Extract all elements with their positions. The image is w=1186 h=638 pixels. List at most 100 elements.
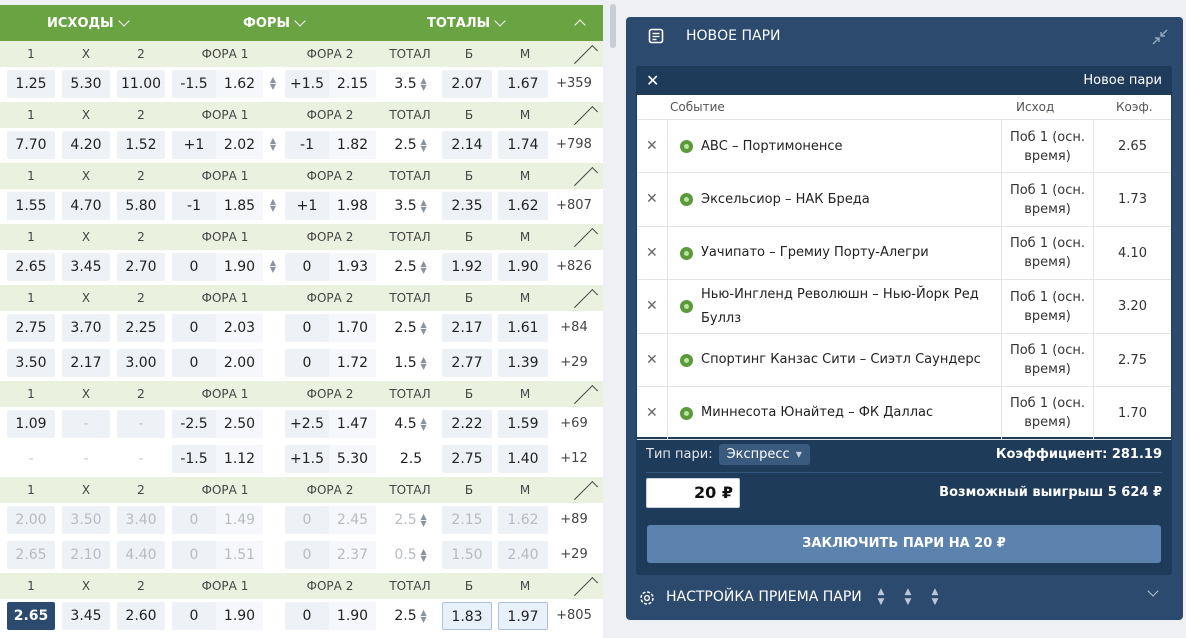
place-bet-button[interactable]: ЗАКЛЮЧИТЬ ПАРИ НА 20 ₽ [647,525,1161,563]
odds-cell[interactable]: 3.45 [62,602,110,630]
more-markets-link[interactable]: +826 [551,253,597,281]
handicap1-cell[interactable]: 0 2.03 [172,314,263,342]
odds-cell[interactable]: - [62,445,110,473]
handicap2-cell[interactable]: 0 1.72 [285,349,376,377]
odds-cell[interactable]: 2.17 [62,349,110,377]
under-odds[interactable]: 1.90 [498,253,548,281]
spinner-arrows-icon[interactable]: ▲ ▼ [268,76,278,104]
over-odds[interactable]: 1.50 [442,541,492,569]
handicap2-cell[interactable]: 0 1.93 [285,253,376,281]
scrollbar-thumb[interactable] [610,4,616,48]
odds-cell[interactable]: 3.50 [62,506,110,534]
handicap2-cell[interactable]: +2.5 1.47 [285,410,376,438]
over-odds[interactable]: 2.17 [442,314,492,342]
under-odds[interactable]: 1.97 [498,602,548,630]
total-line[interactable]: 2.5 ▲ ▼ [388,131,434,159]
total-line[interactable]: 2.5 ▲ ▼ [388,602,434,630]
over-odds[interactable]: 2.14 [442,131,492,159]
under-odds[interactable]: 1.59 [498,410,548,438]
handicap1-cell[interactable]: -1 1.85 [172,192,263,220]
handicap1-cell[interactable]: 0 1.49 [172,506,263,534]
handicap2-cell[interactable]: +1.5 5.30 [285,445,376,473]
odds-cell[interactable]: 1.52 [117,131,165,159]
odds-cell[interactable]: 1.09 [7,410,55,438]
total-line[interactable]: 2.5 ▲ ▼ [388,506,434,534]
collapse-block-button[interactable] [568,285,599,314]
handicap2-cell[interactable]: 0 2.45 [285,506,376,534]
collapse-block-button[interactable] [568,102,599,131]
collapse-block-button[interactable] [568,224,599,253]
bet-settings[interactable]: НАСТРОЙКА ПРИЕМА ПАРИ ▲ ▼ ▲ ▼ ▲ ▼ [638,585,1173,611]
outcomes-group-toggle[interactable]: ИСХОДЫ [47,5,130,41]
more-markets-link[interactable]: +29 [551,349,597,377]
chevron-down-icon[interactable] [1147,585,1159,597]
over-odds[interactable]: 2.22 [442,410,492,438]
collapse-block-button[interactable] [568,381,599,410]
total-line[interactable]: 2.5 [388,445,434,473]
handicap2-cell[interactable]: +1.5 2.15 [285,70,376,98]
remove-bet-icon[interactable]: ✕ [646,387,658,440]
more-markets-link[interactable]: +84 [551,314,597,342]
odds-cell[interactable]: 7.70 [7,131,55,159]
under-odds[interactable]: 1.62 [498,192,548,220]
handicap1-cell[interactable]: +1 2.02 [172,131,263,159]
odds-cell[interactable]: 2.70 [117,253,165,281]
collapse-all-button[interactable] [574,5,586,41]
over-odds[interactable]: 1.92 [442,253,492,281]
over-odds[interactable]: 2.35 [442,192,492,220]
odds-cell[interactable]: 11.00 [117,70,165,98]
odds-cell[interactable]: - [7,445,55,473]
more-markets-link[interactable]: +798 [551,131,597,159]
over-odds[interactable]: 2.75 [442,445,492,473]
odds-cell[interactable]: 2.60 [117,602,165,630]
over-odds[interactable]: 2.77 [442,349,492,377]
collapse-block-button[interactable] [568,41,599,70]
odds-cell[interactable]: - [117,410,165,438]
remove-bet-icon[interactable]: ✕ [646,120,658,173]
handicap1-cell[interactable]: -2.5 2.50 [172,410,263,438]
odds-cell[interactable]: 2.65 [7,253,55,281]
odds-cell[interactable]: 2.65 [7,602,55,630]
handicap2-cell[interactable]: +1 1.98 [285,192,376,220]
over-odds[interactable]: 1.83 [442,602,492,630]
under-odds[interactable]: 1.61 [498,314,548,342]
stake-input[interactable]: 20 ₽ [646,478,740,508]
spinner-arrows-icon[interactable]: ▲ ▼ [268,137,278,165]
handicap1-cell[interactable]: 0 1.51 [172,541,263,569]
odds-cell[interactable]: 3.40 [117,506,165,534]
odds-cell[interactable]: 5.80 [117,192,165,220]
odds-cell[interactable]: 2.75 [7,314,55,342]
total-line[interactable]: 2.5 ▲ ▼ [388,253,434,281]
more-markets-link[interactable]: +89 [551,506,597,534]
more-markets-link[interactable]: +69 [551,410,597,438]
more-markets-link[interactable]: +12 [551,445,597,473]
odds-change-arrows-icon[interactable]: ▲ ▼ [874,587,888,607]
total-line[interactable]: 3.5 ▲ ▼ [388,70,434,98]
bet-type-select[interactable]: Экспресс ▼ [718,444,810,465]
more-markets-link[interactable]: +805 [551,602,597,630]
under-odds[interactable]: 1.40 [498,445,548,473]
more-markets-link[interactable]: +807 [551,192,597,220]
odds-cell[interactable]: 2.10 [62,541,110,569]
odds-cell[interactable]: 3.70 [62,314,110,342]
more-markets-link[interactable]: +359 [551,70,597,98]
under-odds[interactable]: 1.74 [498,131,548,159]
remove-bet-icon[interactable]: ✕ [646,334,658,387]
odds-cell[interactable]: 3.45 [62,253,110,281]
under-odds[interactable]: 1.62 [498,506,548,534]
odds-cell[interactable]: 3.00 [117,349,165,377]
odds-cell[interactable]: 5.30 [62,70,110,98]
odds-cell[interactable]: 2.25 [117,314,165,342]
remove-bet-icon[interactable]: ✕ [646,173,658,226]
odds-cell[interactable]: 2.65 [7,541,55,569]
total-line[interactable]: 1.5 ▲ ▼ [388,349,434,377]
collapse-block-button[interactable] [568,163,599,192]
handicap1-cell[interactable]: 0 1.90 [172,602,263,630]
handicap1-cell[interactable]: 0 2.00 [172,349,263,377]
handicap1-cell[interactable]: -1.5 1.12 [172,445,263,473]
total-line[interactable]: 2.5 ▲ ▼ [388,314,434,342]
handicap2-cell[interactable]: -1 1.82 [285,131,376,159]
odds-cell[interactable]: 2.00 [7,506,55,534]
over-odds[interactable]: 2.15 [442,506,492,534]
more-markets-link[interactable]: +29 [551,541,597,569]
